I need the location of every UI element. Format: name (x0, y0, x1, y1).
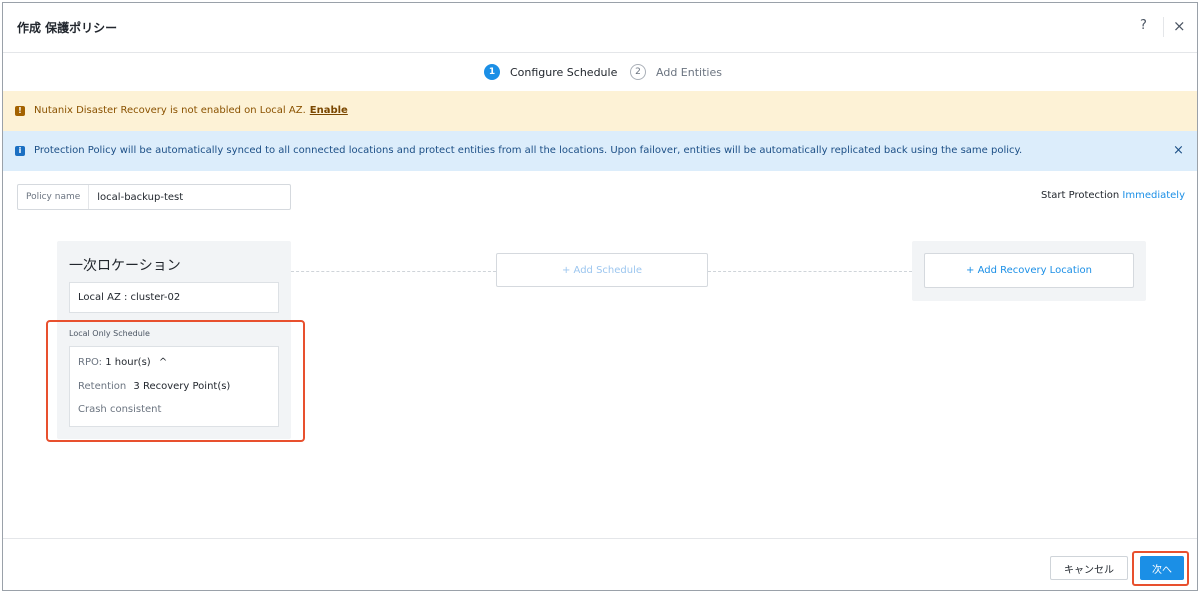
wizard-steps: 1 Configure Schedule 2 Add Entities (3, 53, 1197, 91)
help-icon[interactable]: ? (1140, 18, 1147, 33)
dialog-title: 作成 保護ポリシー (17, 21, 118, 35)
retention-label: Retention (78, 381, 127, 392)
step-number-badge: 2 (630, 64, 646, 80)
warning-icon: ! (15, 106, 25, 116)
dialog: 作成 保護ポリシー ? × 1 Configure Schedule 2 Add… (2, 2, 1198, 591)
enable-link[interactable]: Enable (310, 105, 348, 116)
connector-line (708, 271, 912, 272)
connector-line (291, 271, 496, 272)
step-label: Add Entities (656, 65, 722, 79)
step-label: Configure Schedule (510, 65, 618, 79)
header-divider (1163, 17, 1164, 37)
close-icon[interactable]: × (1173, 17, 1186, 35)
warning-message: Nutanix Disaster Recovery is not enabled… (34, 105, 348, 116)
start-protection-label: Start Protection (1041, 190, 1120, 201)
info-message: Protection Policy will be automatically … (34, 145, 1023, 156)
next-button[interactable]: 次へ (1140, 556, 1184, 580)
retention-row: Retention 3 Recovery Point(s) (78, 381, 230, 392)
start-protection-link[interactable]: Immediately (1122, 190, 1185, 201)
consistency-value: Crash consistent (78, 404, 162, 415)
info-icon: i (15, 146, 25, 156)
schedule-card[interactable]: RPO: 1 hour(s) ^ Retention 3 Recovery Po… (69, 346, 279, 427)
policy-name-input[interactable]: local-backup-test (89, 192, 183, 203)
info-banner: i Protection Policy will be automaticall… (3, 131, 1197, 171)
add-recovery-location-button[interactable]: + Add Recovery Location (924, 253, 1134, 288)
step-configure-schedule[interactable]: 1 Configure Schedule (484, 64, 617, 80)
rpo-label: RPO: (78, 357, 103, 368)
info-close-icon[interactable]: × (1173, 143, 1184, 158)
policy-name-field[interactable]: Policy name local-backup-test (17, 184, 291, 210)
primary-location-value[interactable]: Local AZ : cluster-02 (69, 282, 279, 313)
warning-banner: ! Nutanix Disaster Recovery is not enabl… (3, 91, 1197, 131)
recovery-location-card: + Add Recovery Location (912, 241, 1146, 301)
schedule-label: Local Only Schedule (69, 329, 150, 338)
step-add-entities[interactable]: 2 Add Entities (630, 64, 722, 80)
chevron-up-icon[interactable]: ^ (159, 357, 167, 368)
step-number-badge: 1 (484, 64, 500, 80)
rpo-value: 1 hour(s) (105, 357, 151, 368)
add-schedule-button[interactable]: + Add Schedule (496, 253, 708, 287)
dialog-footer: キャンセル 次へ (3, 538, 1197, 590)
cancel-button[interactable]: キャンセル (1050, 556, 1128, 580)
primary-location-title: 一次ロケーション (69, 258, 181, 274)
primary-location-card: 一次ロケーション Local AZ : cluster-02 Local Onl… (57, 241, 291, 439)
dialog-header: 作成 保護ポリシー ? × (3, 3, 1197, 53)
warning-text: Nutanix Disaster Recovery is not enabled… (34, 105, 306, 116)
rpo-row: RPO: 1 hour(s) ^ (78, 357, 167, 368)
policy-name-label: Policy name (18, 185, 90, 209)
retention-value: 3 Recovery Point(s) (133, 381, 231, 392)
start-protection: Start Protection Immediately (1041, 190, 1185, 201)
